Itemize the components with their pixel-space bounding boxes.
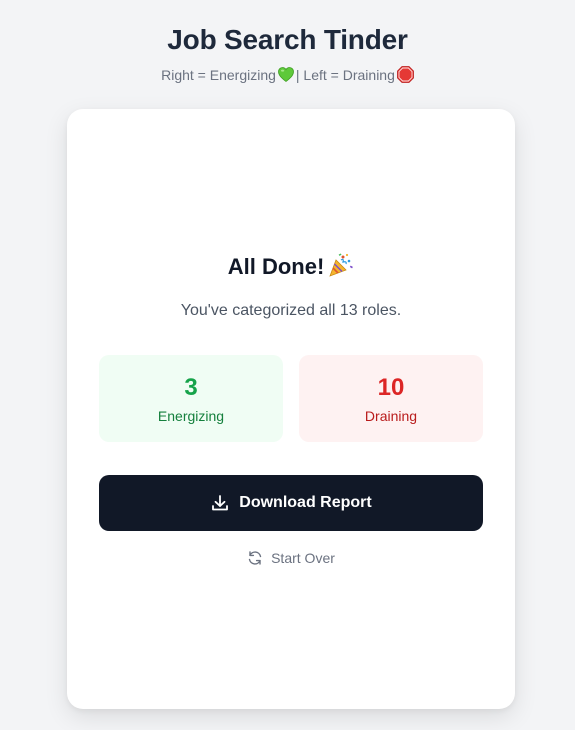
- green-heart-icon: [278, 66, 294, 83]
- draining-count: 10: [377, 374, 405, 401]
- start-over-button[interactable]: Start Over: [67, 547, 515, 569]
- energizing-label: Energizing: [157, 408, 225, 424]
- draining-stat-card: 10 Draining: [299, 355, 483, 442]
- app-title: Job Search Tinder: [167, 24, 408, 55]
- refresh-icon: [247, 550, 263, 566]
- completion-title-text: All Done!: [227, 254, 325, 279]
- party-popper-icon: [328, 252, 354, 278]
- draining-label: Draining: [364, 408, 418, 424]
- energizing-stat-card: 3 Energizing: [99, 355, 283, 442]
- stop-sign-icon: [396, 66, 414, 83]
- subtitle: Right = Energizing | Left = Draining: [0, 64, 575, 86]
- completion-title: All Done!: [67, 251, 515, 283]
- start-over-label: Start Over: [271, 550, 335, 566]
- download-icon: [210, 493, 230, 513]
- download-report-label: Download Report: [239, 494, 372, 511]
- subtitle-left-text: | Left = Draining: [295, 67, 395, 83]
- results-card: All Done! You've categorized all 13 role…: [67, 109, 515, 709]
- energizing-count: 3: [184, 374, 198, 401]
- download-report-button[interactable]: Download Report: [99, 475, 483, 531]
- app-page: Job Search Tinder Right = Energizing | Le…: [0, 0, 575, 730]
- subtitle-right-text: Right = Energizing: [161, 67, 276, 83]
- completion-message: You've categorized all 13 roles.: [180, 302, 402, 319]
